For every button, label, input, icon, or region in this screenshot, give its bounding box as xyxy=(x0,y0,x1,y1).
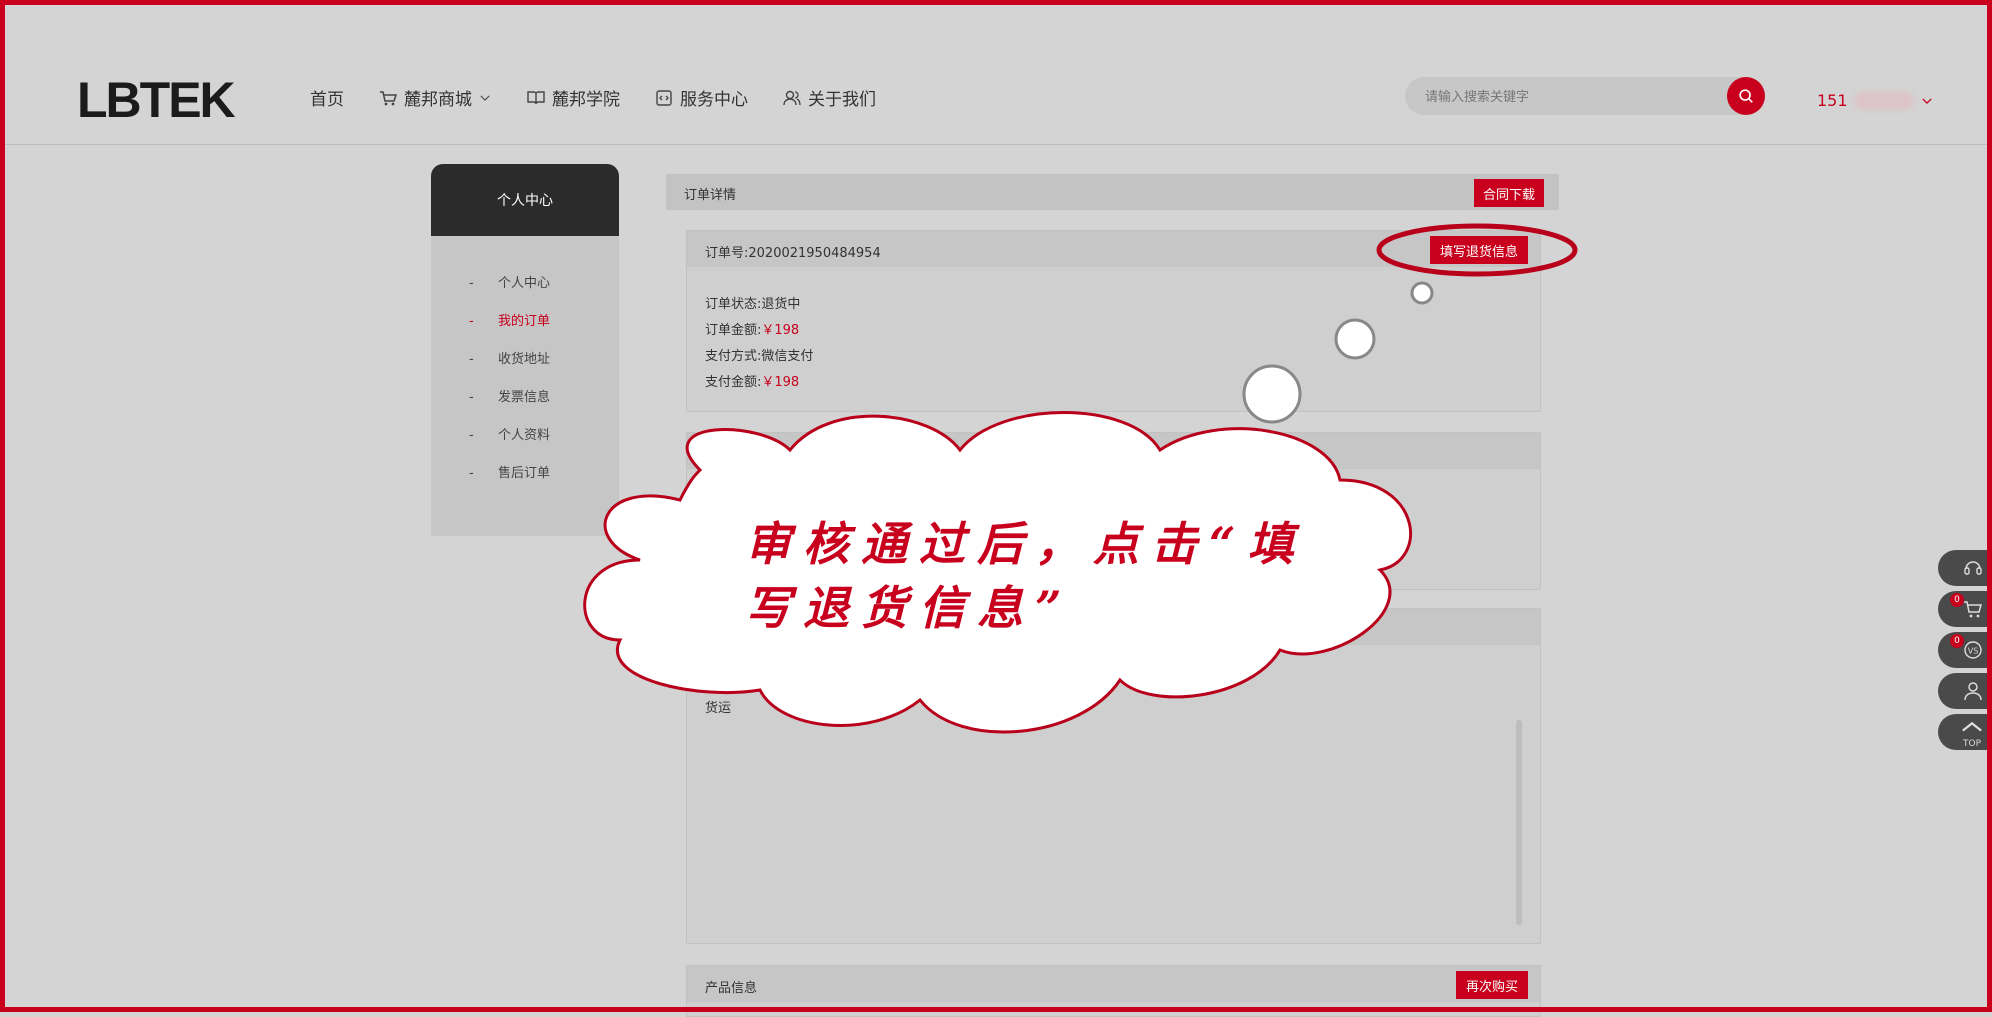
arrow-up-icon: TOP xyxy=(1961,716,1983,749)
order-number-value: 2020021950484954 xyxy=(748,246,881,261)
nav-home-label: 首页 xyxy=(310,90,344,110)
nav-academy-label: 麓邦学院 xyxy=(552,90,620,110)
top-label: TOP xyxy=(1962,738,1981,749)
order-info-card: 订单号:2020021950484954 填写退货信息 订单状态:退货中 订单金… xyxy=(686,230,1541,412)
compare-badge: 0 xyxy=(1950,634,1964,648)
nav-home[interactable]: 首页 xyxy=(310,85,344,110)
nav-service[interactable]: 服务中心 xyxy=(654,85,748,110)
nav-shop-label: 麓邦商城 xyxy=(404,90,472,110)
product-info-header: 产品信息 再次购买 xyxy=(687,966,1540,1002)
compare-tool[interactable]: 0 VS xyxy=(1938,632,1992,668)
order-amount-value: ￥198 xyxy=(761,323,800,338)
nav-academy[interactable]: 麓邦学院 xyxy=(526,85,620,110)
code-doc-icon xyxy=(656,89,672,106)
logo[interactable]: LBTEK xyxy=(77,71,236,129)
receiver-title: 收货人 xyxy=(705,448,745,463)
field-label: 支付方式: xyxy=(705,349,762,364)
annotation-line-2: 写退货信息” xyxy=(745,581,1074,635)
user-icon xyxy=(1964,682,1982,701)
sidebar-menu: 个人中心 我的订单 收货地址 发票信息 个人资料 售后订单 xyxy=(431,236,619,502)
shipping-label: 货运 xyxy=(705,701,732,716)
user-tool[interactable] xyxy=(1938,673,1992,709)
shipping-info-card: 货运 xyxy=(686,608,1541,944)
page-title: 订单详情 xyxy=(684,188,737,203)
compare-icon: VS xyxy=(1964,641,1982,659)
cart-icon xyxy=(1964,601,1982,618)
floating-toolbar: 0 0 VS TOP xyxy=(1938,550,1992,755)
user-menu[interactable]: 151 xyxy=(1817,91,1934,110)
product-title: 产品信息 xyxy=(705,981,758,996)
receiver-info-header: 收货人 xyxy=(687,433,1540,469)
customer-service-tool[interactable] xyxy=(1938,550,1992,586)
pay-amount-value: ￥198 xyxy=(761,375,800,390)
rebuy-button[interactable]: 再次购买 xyxy=(1456,971,1528,999)
sidebar: 个人中心 个人中心 我的订单 收货地址 发票信息 个人资料 售后订单 xyxy=(431,164,619,536)
pay-method-row: 支付方式:微信支付 xyxy=(705,345,813,364)
user-phone: 151 xyxy=(1817,91,1848,110)
field-label: 订单金额: xyxy=(705,323,762,338)
contract-download-button[interactable]: 合同下载 xyxy=(1474,179,1544,207)
cart-tool[interactable]: 0 xyxy=(1938,591,1992,627)
annotation-text: 审核通过后，点击“填 写退货信息” xyxy=(745,512,1345,640)
sidebar-item-invoice[interactable]: 发票信息 xyxy=(431,388,619,426)
fill-return-info-button[interactable]: 填写退货信息 xyxy=(1430,236,1528,264)
sidebar-item-label: 我的订单 xyxy=(498,314,551,329)
sidebar-item-label: 个人资料 xyxy=(498,428,551,443)
order-amount-row: 订单金额:￥198 xyxy=(705,319,799,338)
order-status-row: 订单状态:退货中 xyxy=(705,293,800,312)
people-icon xyxy=(783,90,801,105)
headset-icon xyxy=(1964,561,1982,575)
annotation-line-1: 审核通过后，点击“填 xyxy=(745,517,1306,571)
field-label: 支付金额: xyxy=(705,375,762,390)
cart-icon xyxy=(380,90,398,105)
sidebar-item-my-orders[interactable]: 我的订单 xyxy=(431,312,619,350)
header: LBTEK 首页 麓邦商城 麓邦学院 服务中心 关于我们 151 xyxy=(5,5,1987,145)
nav-service-label: 服务中心 xyxy=(680,90,748,110)
chevron-down-icon xyxy=(1921,97,1932,104)
search-input[interactable] xyxy=(1423,77,1707,117)
sidebar-item-label: 售后订单 xyxy=(498,466,551,481)
svg-text:VS: VS xyxy=(1968,647,1979,656)
back-to-top-tool[interactable]: TOP xyxy=(1938,714,1992,750)
order-status-value: 退货中 xyxy=(761,297,801,312)
pay-method-value: 微信支付 xyxy=(761,349,814,364)
shipping-scrollbar[interactable] xyxy=(1516,720,1522,925)
cart-badge: 0 xyxy=(1950,593,1964,607)
nav-shop[interactable]: 麓邦商城 xyxy=(378,85,492,110)
nav-about-label: 关于我们 xyxy=(808,90,876,110)
sidebar-item-address[interactable]: 收货地址 xyxy=(431,350,619,388)
chevron-down-icon xyxy=(480,95,490,101)
field-label: 订单状态: xyxy=(705,297,762,312)
search-box xyxy=(1405,77,1765,117)
user-phone-redacted xyxy=(1853,91,1914,110)
nav-about[interactable]: 关于我们 xyxy=(782,85,876,110)
main-nav: 首页 麓邦商城 麓邦学院 服务中心 关于我们 xyxy=(310,85,876,110)
book-icon xyxy=(527,90,545,104)
pay-amount-row: 支付金额:￥198 xyxy=(705,371,799,390)
sidebar-item-label: 个人中心 xyxy=(498,276,551,291)
sidebar-item-profile[interactable]: 个人资料 xyxy=(431,426,619,464)
sidebar-item-label: 发票信息 xyxy=(498,390,551,405)
sidebar-item-label: 收货地址 xyxy=(498,352,551,367)
order-detail-title-bar: 订单详情 合同下载 xyxy=(666,174,1559,210)
sidebar-title: 个人中心 xyxy=(431,164,619,236)
order-info-header: 订单号:2020021950484954 填写退货信息 xyxy=(687,231,1540,267)
product-info-card: 产品信息 再次购买 xyxy=(686,965,1541,1017)
search-icon xyxy=(1739,89,1753,103)
logo-text: LBTEK xyxy=(77,72,236,128)
sidebar-item-personal-center[interactable]: 个人中心 xyxy=(431,274,619,312)
sidebar-item-after-sales[interactable]: 售后订单 xyxy=(431,464,619,502)
order-number: 订单号:2020021950484954 xyxy=(705,242,881,261)
search-button[interactable] xyxy=(1727,77,1765,115)
order-number-label: 订单号: xyxy=(705,246,749,261)
